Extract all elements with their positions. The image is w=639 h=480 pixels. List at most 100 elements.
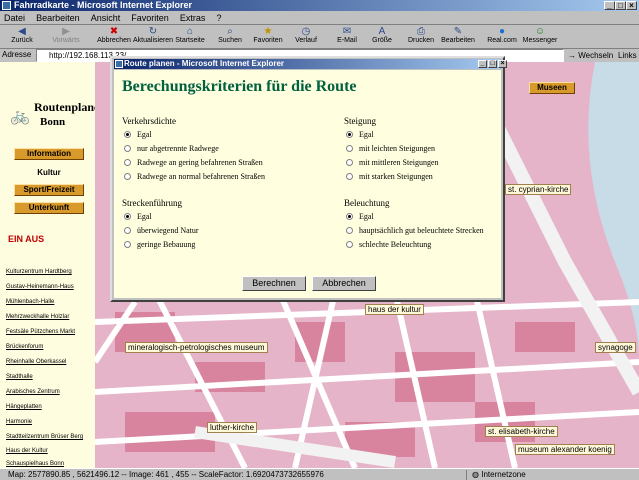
group-title-steigung: Steigung [344, 116, 377, 126]
map-label-st-cyprian[interactable]: st. cyprian-kirche [505, 184, 572, 195]
poi-link[interactable]: Haus der Kultur [6, 448, 48, 454]
refresh-button[interactable]: ↻ Aktualisieren [133, 26, 173, 48]
messenger-button[interactable]: ☺ Messenger [522, 26, 558, 48]
radio-selected-icon [124, 131, 131, 138]
radio-option[interactable]: Egal [346, 130, 374, 139]
radio-option[interactable]: mit starken Steigungen [346, 172, 433, 181]
menu-ansicht[interactable]: Ansicht [87, 11, 125, 25]
search-button[interactable]: ⌕ Suchen [216, 26, 244, 48]
home-icon: ⌂ [186, 26, 194, 37]
status-divider [466, 470, 467, 480]
dialog-heading: Berechungskriterien für die Route [122, 78, 357, 95]
favorites-button[interactable]: ★ Favoriten [252, 26, 284, 48]
search-icon: ⌕ [227, 26, 233, 37]
nav-unterkunft[interactable]: Unterkunft [14, 202, 84, 214]
radio-option[interactable]: hauptsächlich gut beleuchtete Strecken [346, 226, 484, 235]
radio-icon [124, 227, 131, 234]
close-icon[interactable]: × [498, 60, 507, 68]
menu-bearbeiten[interactable]: Bearbeiten [32, 11, 84, 25]
nav-kultur[interactable]: Kultur [14, 167, 84, 179]
mail-icon: ✉ [342, 26, 352, 37]
map-label-st-elisabeth[interactable]: st. elisabeth-kirche [485, 426, 558, 437]
poi-link[interactable]: Harmonie [6, 419, 32, 425]
group-title-beleuchtung: Beleuchtung [344, 198, 390, 208]
poi-link[interactable]: Brückenforum [6, 344, 43, 350]
poi-link[interactable]: Kulturzentrum Hardtberg [6, 269, 72, 275]
radio-selected-icon [346, 131, 353, 138]
map-label-luther-kirche[interactable]: luther-kirche [207, 422, 258, 433]
menu-extras[interactable]: Extras [176, 11, 210, 25]
edit-icon: ✎ [453, 26, 463, 37]
map-label-haus-der-kultur[interactable]: haus der kultur [365, 304, 424, 315]
minimize-icon[interactable]: _ [478, 60, 487, 68]
font-size-icon: A [378, 26, 386, 37]
radio-icon [346, 227, 353, 234]
radio-option[interactable]: Radwege an gering befahrenen Straßen [124, 158, 263, 167]
menu-datei[interactable]: Datei [0, 11, 29, 25]
back-button[interactable]: ◀ Zurück [4, 26, 40, 48]
home-button[interactable]: ⌂ Startseite [174, 26, 206, 48]
stop-button[interactable]: ✖ Abbrechen [96, 26, 132, 48]
forward-arrow-icon: ▶ [62, 26, 70, 37]
cancel-button[interactable]: Abbrechen [312, 276, 376, 291]
nav-sport-freizeit[interactable]: Sport/Freizeit [14, 184, 84, 196]
poi-link[interactable]: Stadtteilzentrum Brüser Berg [6, 434, 83, 440]
history-button[interactable]: ◷ Verlauf [292, 26, 320, 48]
radio-option[interactable]: schlechte Beleuchtung [346, 240, 431, 249]
map-label-mineral-museum[interactable]: mineralogisch-petrologisches museum [125, 342, 268, 353]
links-button[interactable]: Links [618, 49, 637, 62]
poi-link[interactable]: Mühlenbach-Halle [6, 299, 54, 305]
print-button[interactable]: ⎙ Drucken [406, 26, 436, 48]
radio-option[interactable]: überwiegend Natur [124, 226, 199, 235]
radio-option[interactable]: mit leichten Steigungen [346, 144, 435, 153]
history-icon: ◷ [301, 26, 311, 37]
menu-help[interactable]: ? [212, 11, 225, 25]
radio-option[interactable]: Egal [124, 212, 152, 221]
minimize-icon[interactable]: _ [604, 1, 615, 10]
radio-option[interactable]: mit mittleren Steigungen [346, 158, 439, 167]
font-size-button[interactable]: A Größe [370, 26, 394, 48]
poi-link[interactable]: Schauspielhaus Bonn [6, 461, 64, 467]
radio-selected-icon [346, 213, 353, 220]
map-label-synagoge[interactable]: synagoge [595, 342, 636, 353]
real-button[interactable]: ● Real.com [486, 26, 518, 48]
radio-option[interactable]: geringe Bebauung [124, 240, 195, 249]
close-icon[interactable]: × [626, 1, 637, 10]
back-arrow-icon: ◀ [18, 26, 26, 37]
poi-link[interactable]: Gustav-Heinemann-Haus [6, 284, 74, 290]
radio-icon [346, 241, 353, 248]
toolbar: ◀ Zurück ▶ Vorwärts ✖ Abbrechen ↻ Aktualisie… [0, 25, 639, 49]
poi-link[interactable]: Stadthalle [6, 374, 33, 380]
menu-favoriten[interactable]: Favoriten [127, 11, 173, 25]
calculate-button[interactable]: Berechnen [242, 276, 306, 291]
poi-link[interactable]: Rheinhalle Oberkassel [6, 359, 66, 365]
go-button[interactable]: → Wechseln zu [568, 49, 614, 73]
poi-link[interactable]: Hängeplatten [6, 404, 42, 410]
menu-bar: Datei Bearbeiten Ansicht Favoriten Extra… [0, 11, 639, 25]
radio-option[interactable]: Egal [124, 130, 152, 139]
museen-button[interactable]: Museen [529, 82, 575, 94]
radio-icon [124, 159, 131, 166]
radio-option[interactable]: Egal [346, 212, 374, 221]
maximize-icon[interactable]: □ [615, 1, 626, 10]
ie-icon [2, 1, 11, 10]
poi-link[interactable]: Arabisches Zentrum [6, 389, 60, 395]
nav-information[interactable]: Information [14, 148, 84, 160]
radio-option[interactable]: Radwege an normal befahrenen Straßen [124, 172, 265, 181]
ein-aus-toggle[interactable]: EIN AUS [8, 234, 44, 244]
map-label-museum-koenig[interactable]: museum alexander koenig [515, 444, 615, 455]
forward-button[interactable]: ▶ Vorwärts [46, 26, 86, 48]
globe-icon: ◍ [472, 470, 479, 479]
status-text: Map: 2577890.85 , 5621496.12 -- Image: 4… [8, 470, 324, 479]
radio-icon [124, 173, 131, 180]
address-label: Adresse [2, 50, 32, 59]
mail-button[interactable]: ✉ E-Mail [334, 26, 360, 48]
edit-button[interactable]: ✎ Bearbeiten [440, 26, 476, 48]
poi-link[interactable]: Mehrzweckhalle Holzlar [6, 314, 69, 320]
favorites-icon: ★ [263, 26, 273, 37]
group-title-streckenfuehrung: Streckenführung [122, 198, 182, 208]
maximize-icon[interactable]: □ [488, 60, 497, 68]
radio-option[interactable]: nur abgetrennte Radwege [124, 144, 219, 153]
poi-link[interactable]: Festsäle Pützchens Markt [6, 329, 75, 335]
dialog-titlebar: Route planen - Microsoft Internet Explor… [114, 59, 507, 69]
